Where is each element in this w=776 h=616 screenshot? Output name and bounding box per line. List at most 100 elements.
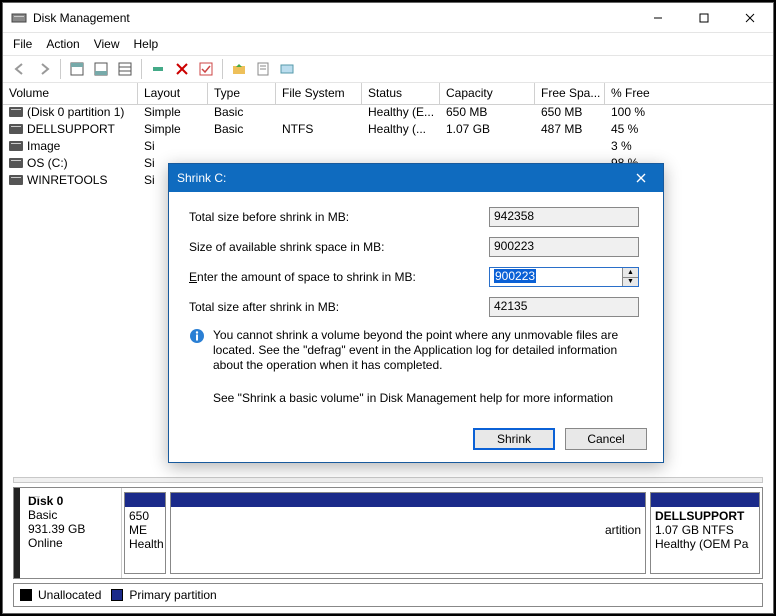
cell xyxy=(440,139,535,156)
folder-up-icon[interactable] xyxy=(228,58,250,80)
partition-name: DELLSUPPORT xyxy=(655,509,755,523)
volume-icon xyxy=(9,124,23,134)
available-value: 900223 xyxy=(489,237,639,257)
col-capacity[interactable]: Capacity xyxy=(440,83,535,104)
volume-list-header: Volume Layout Type File System Status Ca… xyxy=(3,83,773,105)
volume-name-cell: DELLSUPPORT xyxy=(3,122,138,139)
volume-name: OS (C:) xyxy=(27,156,68,170)
check-icon[interactable] xyxy=(195,58,217,80)
volume-row[interactable]: DELLSUPPORTSimpleBasicNTFSHealthy (...1.… xyxy=(3,122,773,139)
menu-help[interactable]: Help xyxy=(134,37,159,51)
partition-status: artition xyxy=(175,523,641,537)
disk-header[interactable]: Disk 0 Basic 931.39 GB Online xyxy=(14,488,122,578)
forward-icon[interactable] xyxy=(33,58,55,80)
cell xyxy=(362,139,440,156)
partition[interactable]: artition xyxy=(170,492,646,574)
legend: Unallocated Primary partition xyxy=(13,583,763,607)
shrink-button[interactable]: Shrink xyxy=(473,428,555,450)
close-button[interactable] xyxy=(727,3,773,33)
shrink-amount-input[interactable]: 900223 ▲▼ xyxy=(489,267,639,287)
col-freespace[interactable]: Free Spa... xyxy=(535,83,605,104)
partition-status: Health xyxy=(129,537,161,551)
properties-icon[interactable] xyxy=(252,58,274,80)
cell: Simple xyxy=(138,122,208,139)
cancel-button[interactable]: Cancel xyxy=(565,428,647,450)
disk-label: Disk 0 xyxy=(28,494,115,508)
partition[interactable]: 650 ME Health xyxy=(124,492,166,574)
settings-icon[interactable] xyxy=(147,58,169,80)
window-title: Disk Management xyxy=(33,11,635,25)
enter-amount-label: Enter the amount of space to shrink in M… xyxy=(189,270,489,284)
cell xyxy=(276,139,362,156)
volume-row[interactable]: ImageSi3 % xyxy=(3,139,773,156)
app-icon xyxy=(11,10,27,26)
volume-name: Image xyxy=(27,139,60,153)
legend-swatch-primary xyxy=(111,589,123,601)
delete-icon[interactable] xyxy=(171,58,193,80)
volume-icon xyxy=(9,158,23,168)
cell: 3 % xyxy=(605,139,773,156)
help-icon[interactable] xyxy=(276,58,298,80)
spinner-down-icon[interactable]: ▼ xyxy=(623,278,638,287)
back-icon[interactable] xyxy=(9,58,31,80)
disk-diagram: Disk 0 Basic 931.39 GB Online 650 ME Hea… xyxy=(13,487,763,579)
partition-size: 650 ME xyxy=(129,509,161,537)
volume-name-cell: WINRETOOLS xyxy=(3,173,138,190)
maximize-button[interactable] xyxy=(681,3,727,33)
dialog-title: Shrink C: xyxy=(177,171,226,185)
view-bottom-icon[interactable] xyxy=(90,58,112,80)
menu-action[interactable]: Action xyxy=(46,37,79,51)
dialog-titlebar: Shrink C: xyxy=(169,164,663,192)
cell: 1.07 GB xyxy=(440,122,535,139)
volume-name: (Disk 0 partition 1) xyxy=(27,105,124,119)
info-text-1: You cannot shrink a volume beyond the po… xyxy=(213,328,647,373)
partition-size: 1.07 GB NTFS xyxy=(655,523,755,537)
volume-icon xyxy=(9,107,23,117)
dialog-close-button[interactable] xyxy=(627,164,655,192)
cell xyxy=(535,139,605,156)
partition[interactable]: DELLSUPPORT 1.07 GB NTFS Healthy (OEM Pa xyxy=(650,492,760,574)
col-volume[interactable]: Volume xyxy=(3,83,138,104)
cell: Basic xyxy=(208,105,276,122)
shrink-amount-value: 900223 xyxy=(494,269,536,283)
volume-name: WINRETOOLS xyxy=(27,173,107,187)
volume-row[interactable]: (Disk 0 partition 1)SimpleBasicHealthy (… xyxy=(3,105,773,122)
spinner[interactable]: ▲▼ xyxy=(622,268,638,286)
disk-type: Basic xyxy=(28,508,115,522)
cell: 45 % xyxy=(605,122,773,139)
menu-file[interactable]: File xyxy=(13,37,32,51)
menubar: File Action View Help xyxy=(3,33,773,55)
col-layout[interactable]: Layout xyxy=(138,83,208,104)
cell: 100 % xyxy=(605,105,773,122)
cell: Basic xyxy=(208,122,276,139)
cell xyxy=(276,105,362,122)
col-filesystem[interactable]: File System xyxy=(276,83,362,104)
cell xyxy=(208,139,276,156)
total-after-label: Total size after shrink in MB: xyxy=(189,300,489,314)
col-pctfree[interactable]: % Free xyxy=(605,83,773,104)
partition-status: Healthy (OEM Pa xyxy=(655,537,755,551)
total-before-label: Total size before shrink in MB: xyxy=(189,210,489,224)
spinner-up-icon[interactable]: ▲ xyxy=(623,268,638,278)
cell: 650 MB xyxy=(535,105,605,122)
available-label: Size of available shrink space in MB: xyxy=(189,240,489,254)
disk-status: Online xyxy=(28,536,115,550)
minimize-button[interactable] xyxy=(635,3,681,33)
pane-divider[interactable] xyxy=(13,477,763,483)
col-status[interactable]: Status xyxy=(362,83,440,104)
legend-unallocated: Unallocated xyxy=(38,588,101,602)
view-top-icon[interactable] xyxy=(66,58,88,80)
menu-view[interactable]: View xyxy=(94,37,120,51)
col-type[interactable]: Type xyxy=(208,83,276,104)
volume-name: DELLSUPPORT xyxy=(27,122,115,136)
cell: 487 MB xyxy=(535,122,605,139)
info-icon xyxy=(189,328,205,344)
legend-primary: Primary partition xyxy=(129,588,216,602)
cell: NTFS xyxy=(276,122,362,139)
cell: Simple xyxy=(138,105,208,122)
disk-size: 931.39 GB xyxy=(28,522,115,536)
view-list-icon[interactable] xyxy=(114,58,136,80)
volume-name-cell: Image xyxy=(3,139,138,156)
cell: 650 MB xyxy=(440,105,535,122)
shrink-dialog: Shrink C: Total size before shrink in MB… xyxy=(168,163,664,463)
